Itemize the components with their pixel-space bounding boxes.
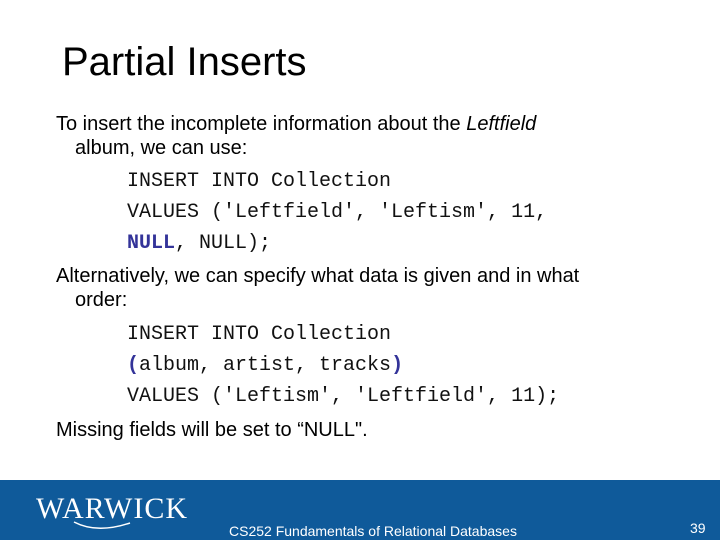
code-line: VALUES ('Leftfield', 'Leftism', 11, bbox=[127, 201, 548, 224]
code-line: INSERT INTO Collection bbox=[127, 323, 392, 346]
alternative-text: Alternatively, we can specify what data … bbox=[56, 265, 580, 287]
intro-emphasis: Leftfield bbox=[466, 113, 537, 135]
code-line: VALUES ('Leftism', 'Leftfield', 11); bbox=[127, 385, 560, 408]
slide-title: Partial Inserts bbox=[62, 40, 307, 84]
code-highlight: NULL bbox=[127, 232, 176, 255]
code-text: , NULL); bbox=[175, 232, 272, 255]
intro-continuation: album, we can use: bbox=[75, 137, 248, 159]
page-number: 39 bbox=[690, 520, 706, 536]
paragraph-intro: To insert the incomplete information abo… bbox=[56, 112, 706, 160]
paragraph-missing-fields: Missing fields will be set to “NULL". bbox=[56, 419, 368, 441]
paragraph-alternative: Alternatively, we can specify what data … bbox=[56, 264, 706, 312]
intro-text: To insert the incomplete information abo… bbox=[56, 113, 467, 135]
alternative-continuation: order: bbox=[75, 289, 128, 311]
code-highlight: ( bbox=[127, 354, 140, 377]
logo-swoosh-icon bbox=[73, 521, 131, 529]
code-text: album, artist, tracks bbox=[139, 354, 392, 377]
course-name: CS252 Fundamentals of Relational Databas… bbox=[229, 523, 517, 539]
code-highlight: ) bbox=[391, 354, 404, 377]
code-line: NULL, NULL); bbox=[127, 232, 271, 256]
code-line: (album, artist, tracks) bbox=[127, 354, 403, 378]
code-line: INSERT INTO Collection bbox=[127, 170, 392, 193]
